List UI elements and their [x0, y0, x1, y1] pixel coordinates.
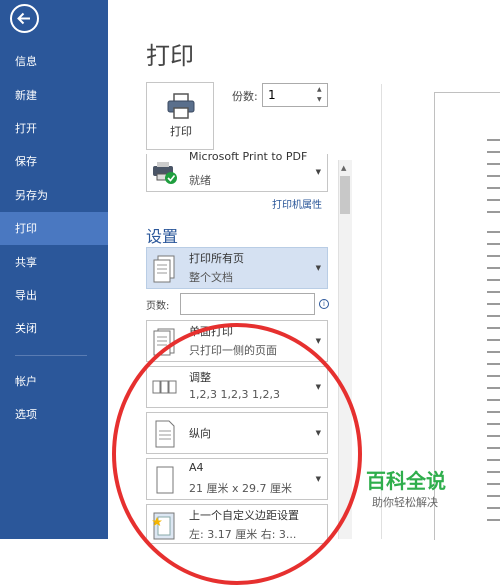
scroll-thumb[interactable]	[340, 176, 350, 214]
pages-stack-icon	[153, 255, 175, 283]
info-icon[interactable]: i	[319, 299, 329, 309]
print-range-select[interactable]: 打印所有页 整个文档 ▼	[146, 247, 328, 289]
watermark-subtitle: 助你轻松解决	[372, 496, 438, 509]
nav-item-save-as[interactable]: 另存为	[0, 179, 108, 212]
print-range-subtitle: 整个文档	[189, 271, 233, 284]
copies-label: 份数:	[232, 90, 258, 103]
printer-ready-icon	[153, 162, 177, 184]
settings-heading: 设置	[146, 227, 179, 246]
print-button[interactable]: 打印	[146, 82, 214, 150]
chevron-down-icon: ▼	[315, 337, 321, 345]
printer-status: 就绪	[189, 174, 211, 187]
printer-properties-link[interactable]: 打印机属性	[272, 196, 322, 211]
nav-item-new[interactable]: 新建	[0, 79, 108, 112]
printer-select[interactable]: Microsoft Print to PDF 就绪 ▼	[146, 150, 328, 192]
printer-icon	[167, 93, 195, 119]
nav-item-print[interactable]: 打印	[0, 212, 108, 245]
back-button[interactable]	[10, 4, 39, 33]
scroll-up-icon[interactable]: ▲	[341, 164, 346, 172]
nav-item-options[interactable]: 选项	[0, 398, 108, 431]
pages-label: 页数:	[146, 301, 170, 312]
printer-name: Microsoft Print to PDF	[189, 150, 308, 163]
print-button-label: 打印	[170, 125, 192, 138]
nav-item-info[interactable]: 信息	[0, 45, 108, 78]
backstage-sidebar: 信息 新建 打开 保存 另存为 打印 共享 导出 关闭 帐户 选项	[0, 0, 108, 539]
page-title: 打印	[146, 42, 194, 70]
copies-up-icon[interactable]: ▲	[317, 86, 322, 93]
nav-divider	[15, 355, 87, 356]
copies-down-icon[interactable]: ▼	[317, 96, 322, 103]
annotation-circle	[112, 323, 362, 585]
pages-input[interactable]	[180, 293, 315, 315]
chevron-down-icon: ▼	[315, 168, 321, 176]
nav-item-close[interactable]: 关闭	[0, 312, 108, 345]
nav-item-open[interactable]: 打开	[0, 112, 108, 145]
nav-item-save[interactable]: 保存	[0, 145, 108, 178]
chevron-down-icon: ▼	[315, 264, 321, 272]
watermark-title: 百科全说	[366, 469, 446, 493]
nav-item-export[interactable]: 导出	[0, 279, 108, 312]
print-range-title: 打印所有页	[189, 252, 244, 265]
nav-item-share[interactable]: 共享	[0, 246, 108, 279]
back-arrow-icon	[17, 12, 30, 25]
nav-item-account[interactable]: 帐户	[0, 365, 108, 398]
